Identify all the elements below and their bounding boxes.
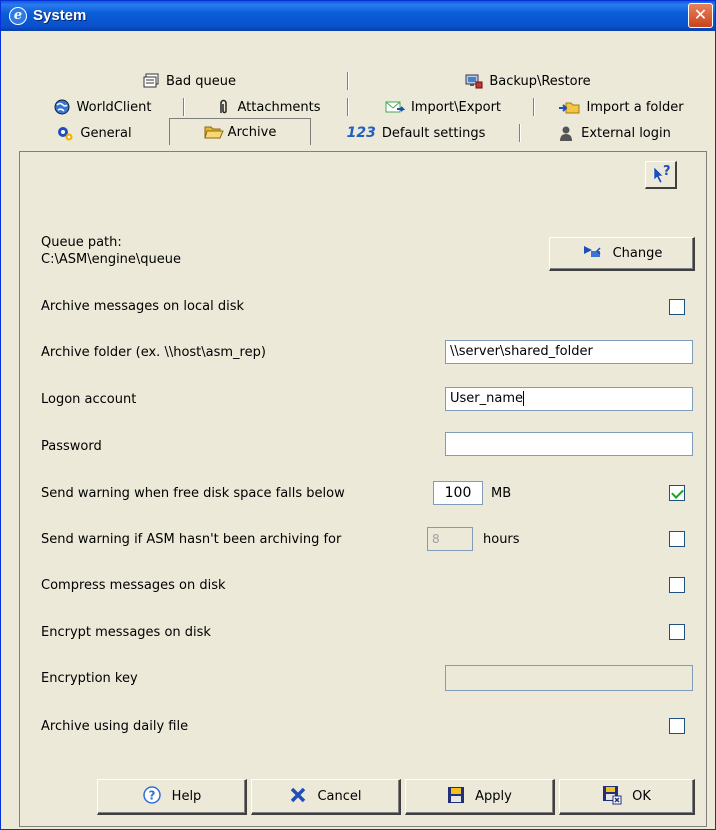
app-icon: e <box>9 7 27 25</box>
ok-label: OK <box>632 789 651 804</box>
tab-backup-restore[interactable]: Backup\Restore <box>349 69 707 93</box>
help-icon: ? <box>142 785 162 809</box>
client-area: Bad queue Backup\Restore WorldClient Att… <box>5 31 711 827</box>
backup-icon <box>465 73 483 89</box>
tab-label: General <box>80 125 132 141</box>
tab-label: Archive <box>227 124 277 140</box>
tab-worldclient[interactable]: WorldClient <box>19 95 185 119</box>
save-close-icon <box>602 785 622 809</box>
cancel-label: Cancel <box>317 789 362 804</box>
tab-import-folder[interactable]: Import a folder <box>535 95 707 119</box>
tab-label: Import\Export <box>410 99 502 115</box>
apply-button[interactable]: Apply <box>405 779 555 815</box>
globe-icon <box>53 99 71 115</box>
tab-bad-queue[interactable]: Bad queue <box>29 69 349 93</box>
text-cursor <box>523 391 524 406</box>
window-title: System <box>33 7 87 24</box>
change-icon <box>581 243 603 265</box>
encryption-key-field[interactable] <box>445 665 693 691</box>
change-label: Change <box>612 246 663 261</box>
queue-icon <box>142 73 160 89</box>
user-icon <box>557 125 575 141</box>
tab-external-login[interactable]: External login <box>521 121 707 145</box>
password-label: Password <box>41 439 102 454</box>
disk-warning-checkbox[interactable] <box>669 485 685 501</box>
archiving-warning-hours-field[interactable]: 8 <box>427 527 473 551</box>
tab-attachments[interactable]: Attachments <box>185 95 349 119</box>
folder-open-icon <box>204 124 224 140</box>
title-bar[interactable]: e System ✕ <box>1 1 715 31</box>
archive-local-label: Archive messages on local disk <box>41 299 245 314</box>
queue-path-label: Queue path: <box>41 235 122 250</box>
whats-this-symbol: ? <box>663 164 671 179</box>
compress-label: Compress messages on disk <box>41 578 226 593</box>
help-button[interactable]: ? Help <box>97 779 247 815</box>
cancel-button[interactable]: Cancel <box>251 779 401 815</box>
disk-warning-threshold-field[interactable]: 100 <box>433 481 483 505</box>
logon-account-label: Logon account <box>41 392 137 407</box>
save-disk-icon <box>447 786 465 808</box>
daily-file-checkbox[interactable] <box>669 718 685 734</box>
tab-import-export[interactable]: Import\Export <box>349 95 535 119</box>
tab-default-settings[interactable]: 123 Default settings <box>311 121 521 145</box>
tab-label: Import a folder <box>586 99 684 115</box>
archiving-warning-label: Send warning if ASM hasn't been archivin… <box>41 532 342 547</box>
tab-label: Attachments <box>237 99 321 115</box>
change-button[interactable]: Change <box>549 237 695 271</box>
encrypt-label: Encrypt messages on disk <box>41 625 211 640</box>
archive-local-checkbox[interactable] <box>669 299 685 315</box>
apply-label: Apply <box>475 789 512 804</box>
tab-label: External login <box>581 125 671 141</box>
context-help-button[interactable]: ? <box>645 161 677 189</box>
encrypt-checkbox[interactable] <box>669 624 685 640</box>
tab-label: Bad queue <box>166 73 236 89</box>
compress-checkbox[interactable] <box>669 577 685 593</box>
ok-button[interactable]: OK <box>559 779 695 815</box>
archiving-warning-checkbox[interactable] <box>669 531 685 547</box>
logon-account-value: User_name <box>450 391 523 406</box>
encryption-key-label: Encryption key <box>41 671 138 686</box>
archiving-warning-unit: hours <box>483 532 520 547</box>
tab-label: Default settings <box>381 125 486 141</box>
close-button[interactable]: ✕ <box>688 3 713 28</box>
paperclip-icon <box>214 99 232 115</box>
disk-warning-label: Send warning when free disk space falls … <box>41 486 345 501</box>
tab-label: WorldClient <box>76 99 152 115</box>
folder-import-icon <box>558 99 580 115</box>
tab-archive[interactable]: Archive <box>169 118 311 145</box>
import-export-icon <box>383 99 406 115</box>
cancel-icon <box>289 786 307 808</box>
gear-icon <box>56 125 74 141</box>
disk-warning-unit: MB <box>491 486 512 501</box>
system-window: e System ✕ Bad queue Backup\Restore Worl… <box>0 0 716 830</box>
daily-file-label: Archive using daily file <box>41 719 189 734</box>
archive-folder-field[interactable]: \\server\shared_folder <box>445 340 693 364</box>
archive-folder-label: Archive folder (ex. \\host\asm_rep) <box>41 345 266 360</box>
password-field[interactable] <box>445 432 693 456</box>
logon-account-field[interactable]: User_name <box>445 387 693 411</box>
close-icon: ✕ <box>693 5 708 24</box>
tab-label: Backup\Restore <box>489 73 591 89</box>
help-label: Help <box>171 789 202 804</box>
queue-path-value: C:\ASM\engine\queue <box>41 252 182 267</box>
tab-general[interactable]: General <box>19 121 169 145</box>
svg-text:?: ? <box>148 788 155 802</box>
numbers-icon: 123 <box>346 125 376 141</box>
